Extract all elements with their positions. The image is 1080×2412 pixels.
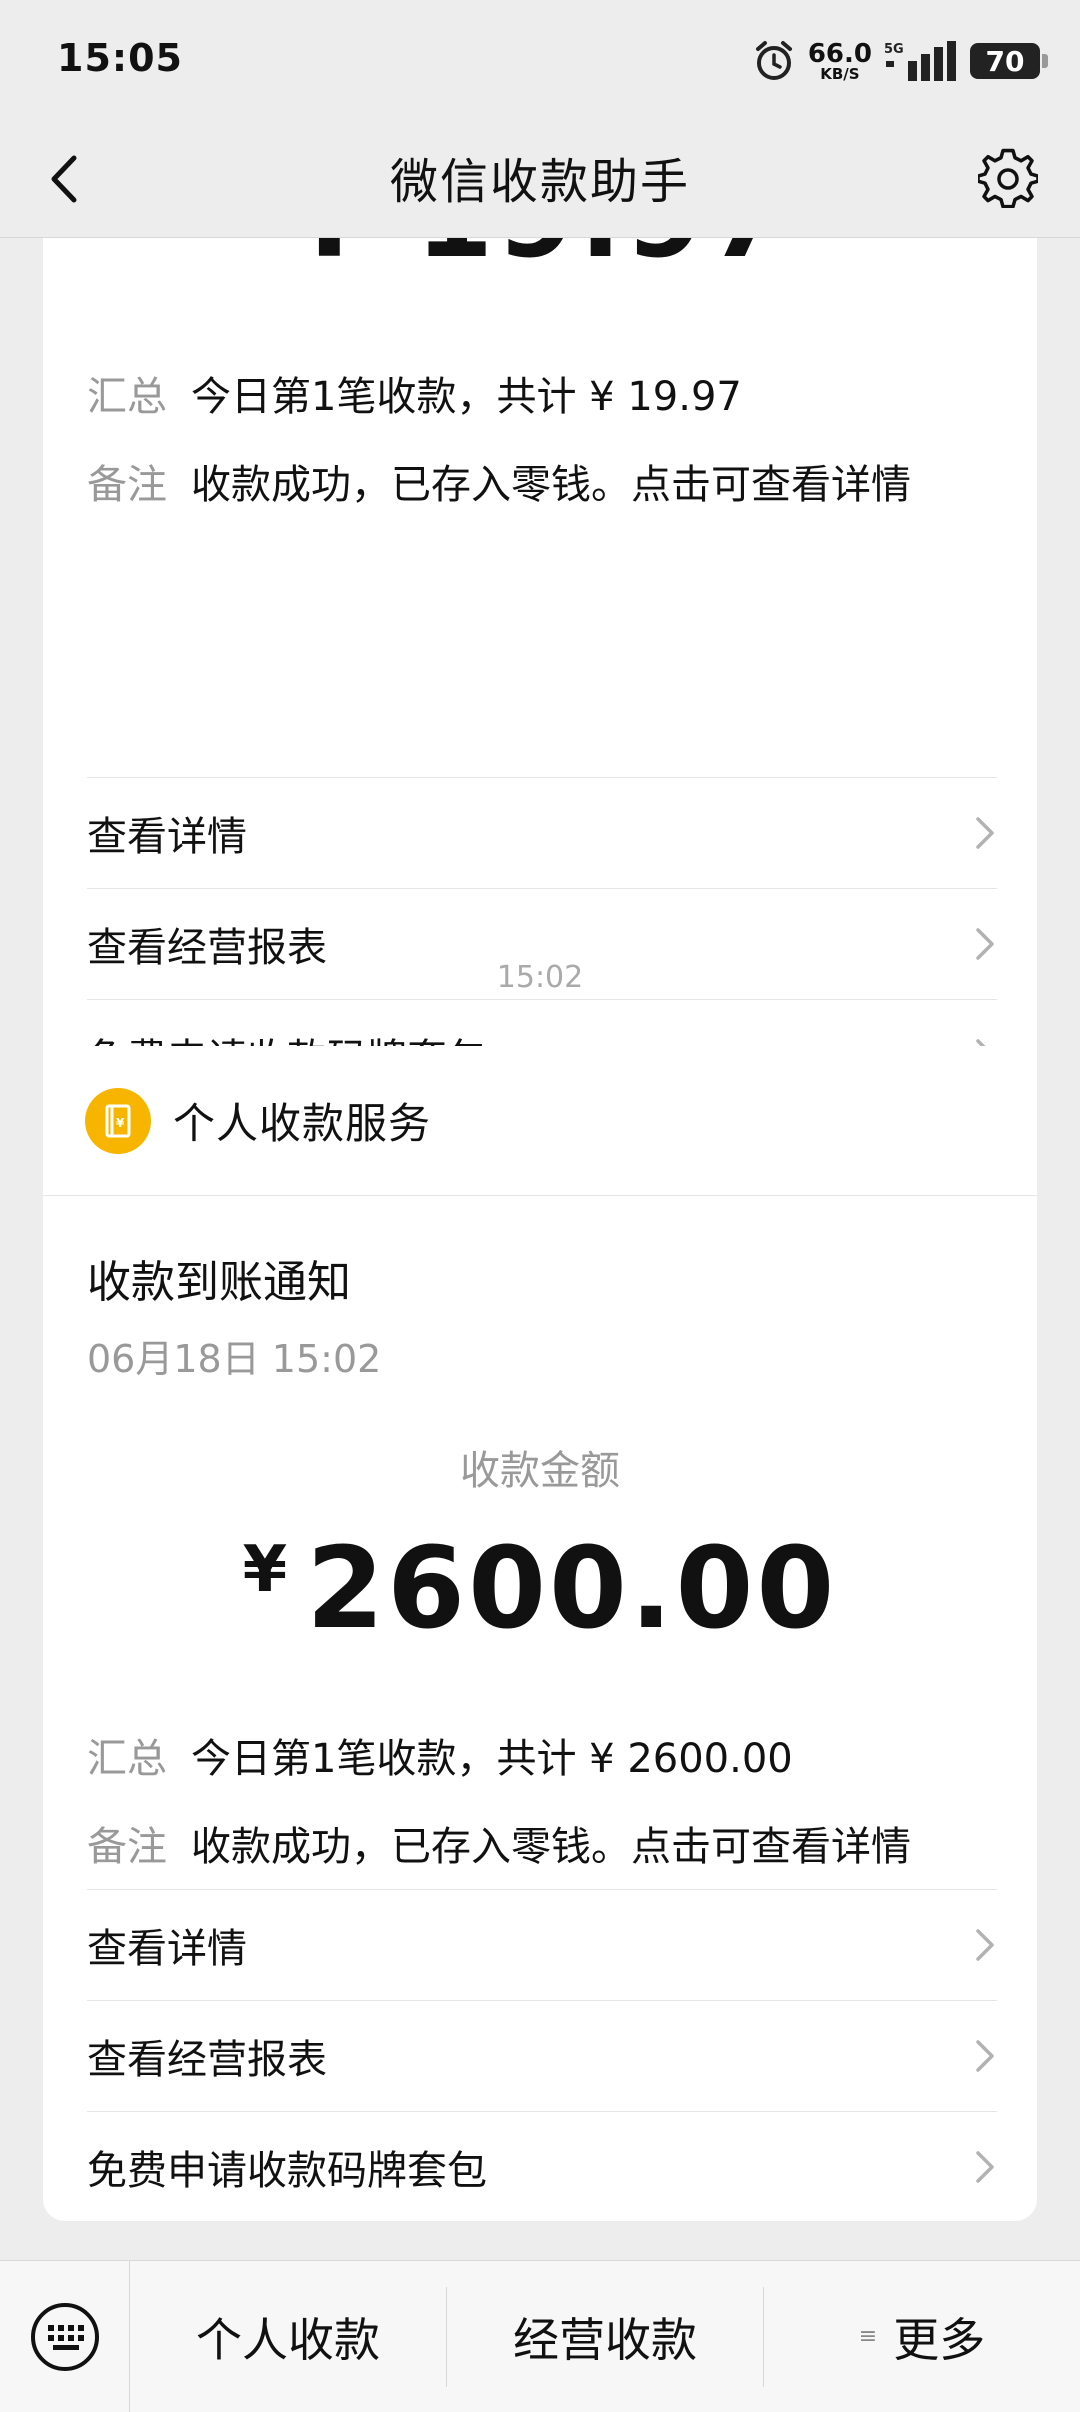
alarm-clock-icon	[755, 41, 792, 80]
chevron-right-icon	[976, 816, 994, 849]
page-title: 微信收款助手	[389, 154, 690, 210]
tab-business-payment[interactable]: 经营收款	[447, 2286, 764, 2387]
tab-label: 更多	[893, 2312, 986, 2367]
chevron-right-icon	[976, 2039, 994, 2072]
keyboard-toggle-button[interactable]	[0, 2260, 130, 2412]
svg-text:5G: 5G	[884, 42, 904, 57]
status-icons: 66.0 KB/S 5G 70	[752, 34, 1048, 88]
remark-row: 备注 收款成功，已存入零钱。点击可查看详情	[87, 1814, 997, 1872]
amount-label: 收款金额	[460, 1448, 620, 1494]
apply-qr-kit-link[interactable]: 免费申请收款码牌套包	[87, 2111, 997, 2221]
signal-5g-icon: 5G	[884, 41, 956, 81]
message-timestamp: 15:02	[496, 960, 584, 995]
chevron-right-icon	[976, 2150, 994, 2183]
view-business-report-link[interactable]: 查看经营报表	[87, 2000, 997, 2110]
net-speed-value: 66.0	[807, 38, 872, 69]
remark-row: 备注 收款成功，已存入零钱。点击可查看详情	[87, 452, 997, 510]
notice-title: 收款到账通知	[87, 1257, 351, 1308]
link-label: 查看详情	[87, 1925, 247, 1972]
currency-symbol: ¥	[242, 1533, 291, 1607]
bottom-menu-bar: 个人收款 经营收款 ≡ 更多	[0, 2260, 1080, 2412]
service-logo-icon: ¥	[85, 1087, 151, 1154]
nav-bar: 微信收款助手	[0, 120, 1080, 238]
summary-row: 汇总 今日第1笔收款，共计 ¥ 2600.00	[87, 1726, 997, 1784]
keyboard-icon	[30, 2302, 99, 2371]
status-bar: 15:05 66.0 KB/S 5G 70	[0, 0, 1080, 120]
tab-more[interactable]: ≡ 更多	[764, 2287, 1080, 2387]
summary-value: 今日第1笔收款，共计 ¥ 19.97	[191, 374, 742, 420]
view-details-link[interactable]: 查看详情	[87, 777, 997, 887]
svg-text:¥: ¥	[116, 1116, 125, 1130]
link-label: 查看经营报表	[87, 2036, 327, 2083]
link-label: 免费申请收款码牌套包	[87, 2147, 487, 2194]
service-header[interactable]: ¥ 个人收款服务	[43, 1046, 1037, 1196]
summary-value: 今日第1笔收款，共计 ¥ 2600.00	[191, 1736, 793, 1782]
link-label: 查看详情	[87, 813, 247, 860]
tab-personal-payment[interactable]: 个人收款	[130, 2286, 447, 2387]
tab-label: 个人收款	[196, 2312, 380, 2367]
status-time: 15:05	[57, 36, 183, 80]
gear-icon[interactable]	[978, 148, 1038, 208]
remark-label: 备注	[87, 462, 167, 508]
summary-label: 汇总	[87, 1736, 167, 1782]
remark-value: 收款成功，已存入零钱。点击可查看详情	[191, 462, 911, 508]
amount-value: ¥ 19.97	[43, 238, 1037, 283]
message-list[interactable]: ¥ 19.97 汇总 今日第1笔收款，共计 ¥ 19.97 备注 收款成功，已存…	[0, 238, 1080, 2260]
amount-display: ¥2600.00	[43, 1524, 1037, 1654]
chevron-right-icon	[976, 927, 994, 960]
service-name: 个人收款服务	[173, 1099, 432, 1148]
tab-label: 经营收款	[513, 2312, 697, 2367]
view-details-link[interactable]: 查看详情	[87, 1889, 997, 1999]
battery-indicator: 70	[970, 43, 1048, 79]
menu-lines-icon: ≡	[858, 2324, 878, 2349]
net-speed: 66.0 KB/S	[808, 41, 872, 82]
payment-card-2[interactable]: ¥ 个人收款服务 收款到账通知 06月18日 15:02 收款金额 ¥2600.…	[43, 1046, 1037, 2221]
chevron-right-icon	[976, 1928, 994, 1961]
net-speed-unit: KB/S	[820, 64, 860, 83]
app-root: 15:05 66.0 KB/S 5G 70 微信收款助手 汇总 今日第1笔收款，…	[0, 0, 1080, 2412]
notice-date: 06月18日 15:02	[87, 1337, 382, 1381]
remark-label: 备注	[87, 1824, 167, 1870]
remark-value: 收款成功，已存入零钱。点击可查看详情	[191, 1824, 911, 1870]
amount-value: 2600.00	[306, 1524, 838, 1654]
summary-label: 汇总	[87, 374, 167, 420]
summary-row: 汇总 今日第1笔收款，共计 ¥ 19.97	[87, 364, 997, 422]
